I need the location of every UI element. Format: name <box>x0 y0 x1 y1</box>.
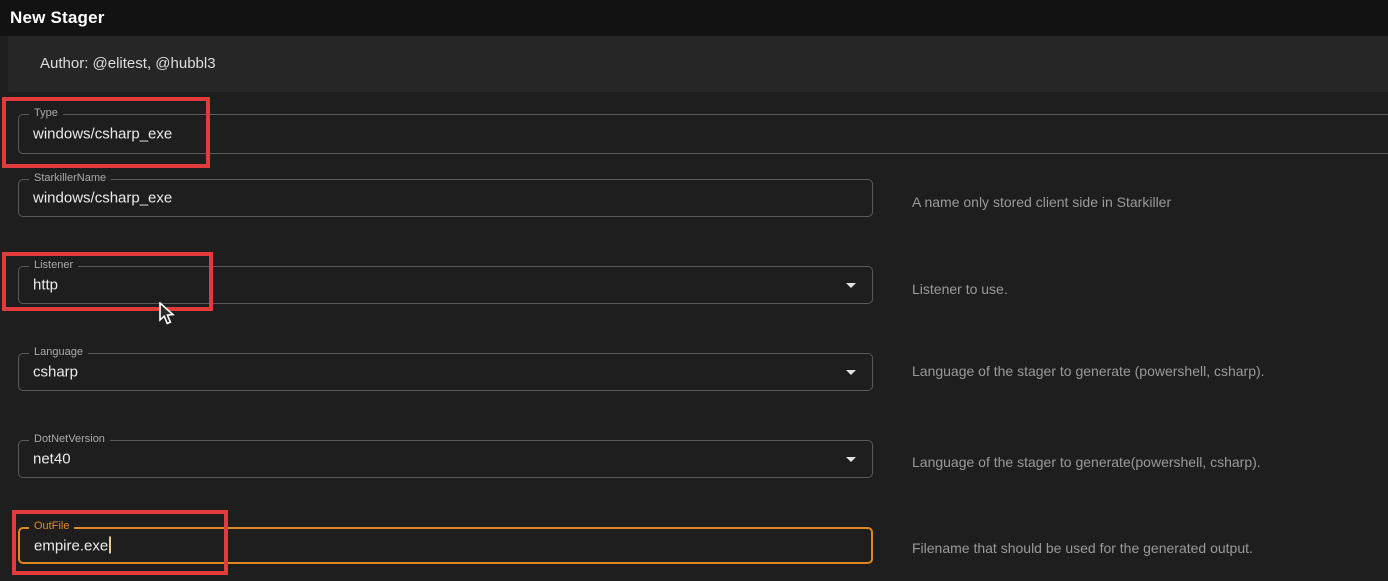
mouse-cursor-icon <box>158 302 178 326</box>
starkillername-value: windows/csharp_exe <box>33 190 172 207</box>
language-helper: Language of the stager to generate (powe… <box>912 363 1265 379</box>
dotnetversion-helper: Language of the stager to generate(power… <box>912 454 1261 470</box>
dropdown-arrow-icon[interactable] <box>846 457 856 462</box>
titlebar: New Stager <box>0 0 1388 36</box>
new-stager-form: New Stager Author: @elitest, @hubbl3 Typ… <box>0 0 1388 581</box>
annotation-rectangle-outfile <box>12 510 228 575</box>
annotation-rectangle-type <box>2 97 210 168</box>
starkillername-label: StarkillerName <box>29 172 111 184</box>
dotnetversion-label: DotNetVersion <box>29 433 110 445</box>
dotnetversion-select[interactable]: DotNetVersion net40 <box>18 440 873 478</box>
language-select[interactable]: Language csharp <box>18 353 873 391</box>
language-label: Language <box>29 346 88 358</box>
listener-helper: Listener to use. <box>912 281 1008 297</box>
dropdown-arrow-icon[interactable] <box>846 283 856 288</box>
starkillername-helper: A name only stored client side in Starki… <box>912 194 1171 210</box>
outfile-helper: Filename that should be used for the gen… <box>912 540 1253 556</box>
page-title: New Stager <box>10 0 105 36</box>
type-select[interactable]: Type windows/csharp_exe <box>18 114 1388 154</box>
annotation-rectangle-listener <box>2 252 213 311</box>
author-panel: Author: @elitest, @hubbl3 <box>8 36 1388 92</box>
starkillername-input[interactable]: StarkillerName windows/csharp_exe <box>18 179 873 217</box>
dropdown-arrow-icon[interactable] <box>846 370 856 375</box>
language-value: csharp <box>33 364 78 381</box>
dotnetversion-value: net40 <box>33 451 71 468</box>
author-text: Author: @elitest, @hubbl3 <box>40 36 216 92</box>
